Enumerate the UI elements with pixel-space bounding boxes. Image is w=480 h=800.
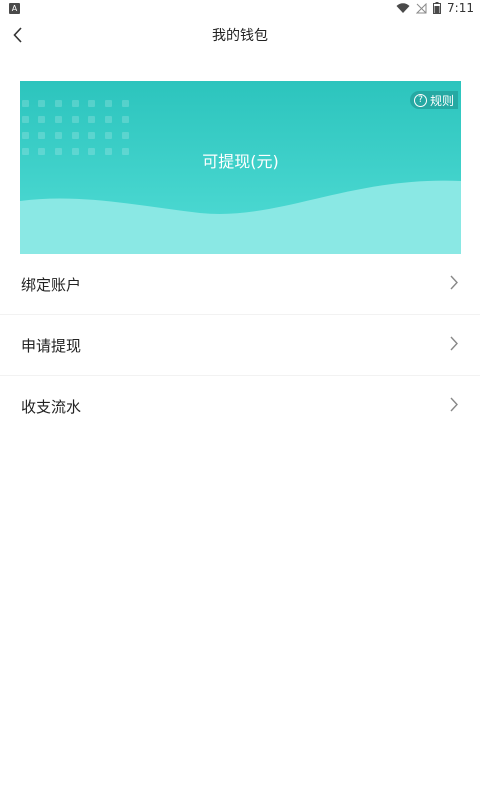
menu-item-label: 申请提现 [21, 337, 82, 355]
wave-decoration [20, 180, 461, 254]
nav-bar: 我的钱包 [0, 18, 480, 52]
divider [0, 314, 480, 315]
clock-time: 7:11 [447, 1, 474, 15]
balance-card: ? 规则 可提现(元) [20, 81, 461, 254]
menu-item-transactions[interactable]: 收支流水 [0, 377, 480, 437]
menu-item-label: 绑定账户 [21, 276, 82, 294]
battery-icon [433, 2, 442, 14]
status-bar: A 7:11 [0, 0, 480, 18]
withdrawable-balance-label: 可提现(元) [202, 152, 279, 171]
help-icon: ? [413, 93, 427, 107]
chevron-right-icon [450, 275, 458, 290]
menu-item-apply-withdrawal[interactable]: 申请提现 [0, 316, 480, 376]
divider [0, 375, 480, 376]
menu-item-bind-account[interactable]: 绑定账户 [0, 255, 480, 315]
chevron-right-icon [450, 336, 458, 351]
dot-grid-decoration [22, 100, 129, 155]
rules-button[interactable]: ? 规则 [409, 91, 458, 109]
wifi-icon [396, 2, 410, 13]
app-notification-icon: A [9, 3, 20, 14]
status-icons: 7:11 [396, 1, 474, 15]
chevron-right-icon [450, 397, 458, 412]
menu-item-label: 收支流水 [21, 398, 82, 416]
page-title: 我的钱包 [212, 28, 268, 44]
rules-label: 规则 [429, 93, 454, 108]
no-signal-icon [416, 2, 427, 13]
